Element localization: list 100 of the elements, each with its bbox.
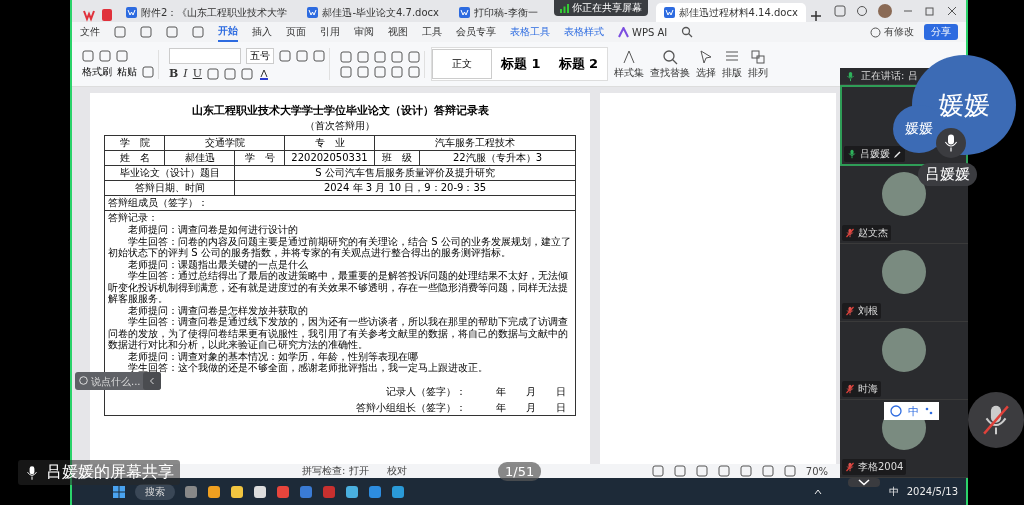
record-paragraph: 学生回答：调查问卷是通过线下发放的，因为还有一些访谈者，所以我在那里的帮助下完成了访调查问卷的发放，为了使得问卷结果更有说服性，我引用了有关参考文献里的数据，将自己的数据与文献中的数据进行对比和分析，以此来验证自己研究方法的准确性。 <box>108 316 569 351</box>
field-label: 答辩日期、时间 <box>105 181 235 195</box>
arrange-button[interactable]: 排列 <box>748 48 769 80</box>
signal-bars-icon <box>559 3 569 13</box>
menu-tab[interactable]: 表格工具 <box>510 23 550 41</box>
field-value: 220202050331 <box>285 151 375 165</box>
menu-tab[interactable]: 视图 <box>388 23 408 41</box>
field-label: 毕业论文（设计）题目 <box>105 166 235 180</box>
ime-mode[interactable]: 中 <box>908 403 919 419</box>
document-tab[interactable]: 附件2：《山东工程职业技术大学 <box>118 3 296 22</box>
punctuation-icon[interactable] <box>925 407 933 415</box>
record-paragraph: 学生回答：这个我做的还是不够全面，感谢老师批评指出，我一定马上跟进改正。 <box>127 362 489 374</box>
signature-date: 年 月 日 <box>496 385 566 398</box>
field-value: 郝佳迅 <box>165 151 235 165</box>
field-value: 2024 年 3 月 10 日，9：20-9：35 <box>322 181 488 195</box>
table-cell-text: 答辩组成员（签字）： <box>107 196 209 210</box>
field-value: S 公司汽车售后服务质量评价及提升研究 <box>314 166 496 180</box>
taskbar-app-icon[interactable] <box>253 484 267 499</box>
signature-label: 记录人（签字）： <box>386 385 466 398</box>
signature-date: 年 月 日 <box>496 401 566 414</box>
field-value: 22汽服（专升本）3 <box>451 151 544 165</box>
chevron-left-icon <box>148 377 156 385</box>
layout-button[interactable]: 排版 <box>722 48 743 80</box>
record-paragraph: 老师提问：调查对象的基本情况：如学历，年龄，性别等表现在哪 <box>127 350 419 362</box>
restore-icon[interactable] <box>924 5 936 17</box>
ai-menu-label[interactable]: WPS AI <box>632 26 668 38</box>
format-button[interactable]: U <box>192 67 202 80</box>
word-document-icon <box>458 7 470 18</box>
find-replace-button[interactable]: 查找替换 <box>650 48 691 80</box>
modified-status[interactable]: 有修改 <box>884 25 914 39</box>
participant-name: 时海 <box>858 382 878 396</box>
style-option[interactable]: 标题 2 <box>549 49 608 79</box>
document-tab[interactable]: 打印稿-李衡一 <box>450 3 546 22</box>
windows-logo-icon[interactable] <box>112 484 126 499</box>
style-set-button[interactable]: 样式集 <box>614 48 645 80</box>
user-avatar-icon[interactable] <box>878 4 892 18</box>
spell-check-status[interactable]: 拼写检查: 打开 <box>302 464 369 478</box>
document-title: 山东工程职业技术大学学士学位毕业论文（设计）答辩记录表 <box>191 103 489 118</box>
record-label: 答辩记录： <box>108 212 159 224</box>
wps-logo-icon[interactable] <box>82 8 96 22</box>
taskbar-app-icon[interactable] <box>345 484 359 499</box>
menu-tab[interactable]: 表格样式 <box>564 23 604 41</box>
share-notice-text: 你正在共享屏幕 <box>571 1 642 15</box>
field-label: 班 级 <box>375 151 420 165</box>
page-counter: 1/51 <box>498 462 542 481</box>
taskbar-app-icon[interactable] <box>230 484 244 499</box>
menu-tab[interactable]: 插入 <box>252 23 272 41</box>
document-subtitle: （首次答辩用） <box>305 119 375 133</box>
ime-logo-icon <box>890 405 902 417</box>
taskbar-date[interactable]: 2024/5/13 <box>906 486 958 497</box>
input-method-indicator[interactable]: 中 <box>888 484 899 499</box>
new-tab-plus-icon[interactable] <box>809 10 822 22</box>
font-name-field[interactable] <box>169 48 241 64</box>
font-color-icon[interactable] <box>257 67 270 80</box>
taskbar-search[interactable]: 搜索 <box>135 483 175 500</box>
taskbar-app-icon[interactable] <box>207 484 221 499</box>
pencil-icon[interactable] <box>893 149 902 159</box>
document-tab[interactable]: 郝佳迅过程材料4.14.docx <box>655 3 806 22</box>
paste-label[interactable]: 粘贴 <box>117 64 137 79</box>
ai-logo-icon <box>618 26 629 38</box>
participant-tile[interactable]: 刘根 <box>840 244 968 322</box>
participant-name: 赵文杰 <box>858 226 888 240</box>
field-label: 专 业 <box>285 136 375 150</box>
collapse-button[interactable] <box>143 372 161 390</box>
close-icon[interactable] <box>946 5 958 17</box>
chevron-down-icon <box>857 479 871 486</box>
expand-button[interactable] <box>848 478 880 487</box>
input-method-menu[interactable]: 中 <box>884 402 939 420</box>
zoom-level[interactable]: 70% <box>805 465 828 477</box>
pdf-app-icon[interactable] <box>100 8 114 22</box>
menu-tab[interactable]: 页面 <box>286 23 306 41</box>
style-option[interactable]: 标题 1 <box>492 49 550 79</box>
menu-tab[interactable]: 引用 <box>320 23 340 41</box>
format-button[interactable]: B <box>169 67 179 80</box>
participant-name: 吕媛媛 <box>860 147 890 161</box>
style-option[interactable]: 正文 <box>432 49 492 79</box>
menu-tab[interactable]: 会员专享 <box>456 23 496 41</box>
record-paragraph: 学生回答：通过总结得出了最后的改进策略中，最重要的是解答投诉问题的处理结果不太好，无法倾听变化投诉机制得到满意，还有就是进度过的有关效果不够透明，存在一些隐形消费等问题，同样无法提解客服服务。 <box>108 270 569 305</box>
participant-name: 李格2004 <box>858 460 904 474</box>
record-paragraph: 老师提问：调查问卷是怎样发放并获取的 <box>127 304 309 316</box>
search-icon[interactable] <box>681 26 694 38</box>
field-value: 汽车服务工程技术 <box>434 136 516 150</box>
format-button[interactable]: I <box>183 67 188 80</box>
share-button[interactable]: 分享 <box>924 24 958 40</box>
format-painter-label[interactable]: 格式刷 <box>82 64 112 79</box>
taskbar-app-icon[interactable] <box>391 484 405 499</box>
document-tab[interactable]: 郝佳迅-毕业论文4.7.docx <box>299 3 447 22</box>
menu-tab[interactable]: 工具 <box>422 23 442 41</box>
word-document-icon <box>307 7 319 18</box>
select-button[interactable]: 选择 <box>696 48 717 80</box>
record-paragraph: 老师提问：课题指出最关键的一点是什么 <box>127 258 308 270</box>
word-document-icon <box>663 7 675 18</box>
proofread-button[interactable]: 校对 <box>386 464 407 478</box>
signature-label: 答辩小组组长（签字）： <box>356 401 466 414</box>
participant-name: 刘根 <box>858 304 878 318</box>
participant-tile[interactable]: 时海 <box>840 322 968 400</box>
word-document-icon <box>126 7 137 18</box>
file-menu[interactable]: 文件 <box>80 23 100 41</box>
menu-tab[interactable]: 审阅 <box>354 23 374 41</box>
font-size-field[interactable]: 五号 <box>246 48 274 64</box>
